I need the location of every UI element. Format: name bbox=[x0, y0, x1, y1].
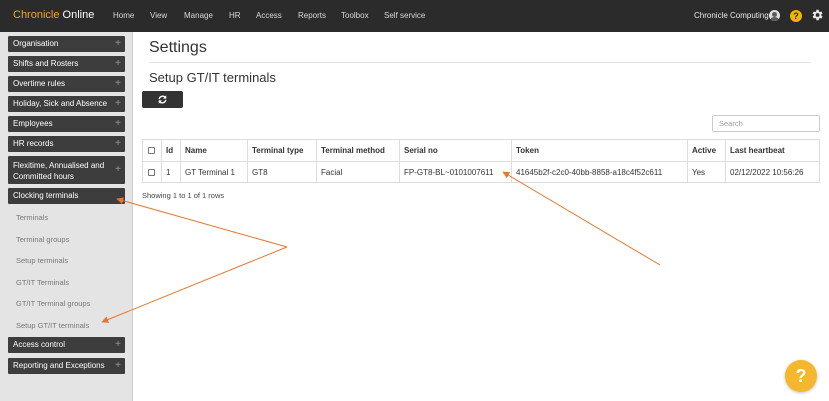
column-header-name[interactable]: Name bbox=[180, 139, 248, 162]
cell-serial-no: FP-GT8-BL~0101007611 bbox=[399, 161, 512, 183]
sidebar-item-label: Clocking terminals bbox=[13, 191, 79, 200]
page-subtitle: Setup GT/IT terminals bbox=[149, 70, 276, 85]
user-avatar-icon[interactable] bbox=[769, 10, 780, 21]
column-header-token[interactable]: Token bbox=[511, 139, 688, 162]
sidebar-item-label: Holiday, Sick and Absence bbox=[13, 99, 108, 108]
app-logo[interactable]: Chronicle Online bbox=[13, 9, 94, 21]
sidebar-item-clocking-terminals[interactable]: Clocking terminals bbox=[8, 188, 125, 204]
sidebar-item-shifts-and-rosters[interactable]: Shifts and Rosters + bbox=[8, 56, 125, 72]
gear-icon[interactable] bbox=[810, 8, 824, 22]
brand-text-secondary: Online bbox=[59, 9, 95, 21]
cell-terminal-type: GT8 bbox=[247, 161, 317, 183]
nav-access[interactable]: Access bbox=[256, 11, 282, 20]
expand-plus-icon[interactable]: + bbox=[115, 361, 121, 371]
cell-id: 1 bbox=[161, 161, 181, 183]
sidebar-item-organisation[interactable]: Organisation + bbox=[8, 36, 125, 52]
expand-plus-icon[interactable]: + bbox=[115, 119, 121, 129]
column-header-terminal-method[interactable]: Terminal method bbox=[316, 139, 400, 162]
top-nav-bar: Chronicle Online Home View Manage HR Acc… bbox=[0, 0, 829, 32]
cell-name: GT Terminal 1 bbox=[180, 161, 248, 183]
help-button[interactable]: ? bbox=[785, 360, 817, 392]
sidebar: Organisation + Shifts and Rosters + Overti… bbox=[0, 32, 133, 401]
nav-home[interactable]: Home bbox=[113, 11, 134, 20]
column-header-id[interactable]: Id bbox=[161, 139, 181, 162]
nav-self-service[interactable]: Self service bbox=[384, 11, 425, 20]
expand-plus-icon[interactable]: + bbox=[115, 340, 121, 350]
nav-reports[interactable]: Reports bbox=[298, 11, 326, 20]
select-all-checkbox[interactable] bbox=[148, 147, 155, 155]
sidebar-item-label: Organisation bbox=[13, 39, 59, 48]
sidebar-item-label: HR records bbox=[13, 139, 54, 148]
brand-text-primary: Chronicle bbox=[13, 9, 60, 21]
column-header-last-heartbeat[interactable]: Last heartbeat bbox=[725, 139, 820, 162]
sidebar-subitem-gt-it-terminal-groups[interactable]: GT/IT Terminal groups bbox=[16, 299, 90, 308]
page-title: Settings bbox=[149, 39, 207, 56]
expand-plus-icon[interactable]: + bbox=[115, 99, 121, 109]
nav-view[interactable]: View bbox=[150, 11, 167, 20]
row-checkbox[interactable] bbox=[148, 168, 155, 176]
sidebar-subitem-setup-terminals[interactable]: Setup terminals bbox=[16, 256, 68, 265]
terminals-table: Id Name Terminal type Terminal method Se… bbox=[142, 139, 820, 183]
sidebar-item-flexitime[interactable]: Flexitime, Annualised and Committed hours… bbox=[8, 156, 125, 184]
cell-last-heartbeat: 02/12/2022 10:56:26 bbox=[725, 161, 820, 183]
sidebar-item-reporting-exceptions[interactable]: Reporting and Exceptions + bbox=[8, 358, 125, 374]
sidebar-item-label: Access control bbox=[13, 340, 66, 349]
sidebar-subitem-terminal-groups[interactable]: Terminal groups bbox=[16, 235, 69, 244]
column-header-terminal-type[interactable]: Terminal type bbox=[247, 139, 317, 162]
refresh-icon bbox=[158, 95, 167, 104]
sidebar-item-label: Shifts and Rosters bbox=[13, 59, 79, 68]
expand-plus-icon[interactable]: + bbox=[115, 165, 121, 175]
expand-plus-icon[interactable]: + bbox=[115, 139, 121, 149]
expand-plus-icon[interactable]: + bbox=[115, 59, 121, 69]
help-icon[interactable]: ? bbox=[790, 10, 802, 22]
arrow-to-clocking-terminals bbox=[116, 197, 288, 248]
row-select-cell bbox=[142, 161, 162, 183]
sidebar-item-label: Overtime rules bbox=[13, 79, 66, 88]
sidebar-item-label-line1: Flexitime, Annualised and bbox=[13, 161, 105, 170]
sidebar-item-holiday-sick-absence[interactable]: Holiday, Sick and Absence + bbox=[8, 96, 125, 112]
search-input[interactable] bbox=[712, 115, 820, 132]
refresh-button[interactable] bbox=[142, 91, 183, 108]
nav-hr[interactable]: HR bbox=[229, 11, 241, 20]
sidebar-subitem-gt-it-terminals[interactable]: GT/IT Terminals bbox=[16, 278, 69, 287]
sidebar-subitem-terminals[interactable]: Terminals bbox=[16, 213, 48, 222]
arrow-to-serial-no bbox=[502, 171, 661, 266]
table-header-row: Id Name Terminal type Terminal method Se… bbox=[142, 139, 820, 162]
sidebar-item-employees[interactable]: Employees + bbox=[8, 116, 125, 132]
nav-toolbox[interactable]: Toolbox bbox=[341, 11, 369, 20]
expand-plus-icon[interactable]: + bbox=[115, 39, 121, 49]
title-divider bbox=[149, 62, 811, 63]
cell-active: Yes bbox=[687, 161, 726, 183]
sidebar-item-hr-records[interactable]: HR records + bbox=[8, 136, 125, 152]
sidebar-item-label: Reporting and Exceptions bbox=[13, 361, 105, 370]
sidebar-item-label-line2: Committed hours bbox=[13, 172, 74, 181]
sidebar-subitem-setup-gt-it-terminals[interactable]: Setup GT/IT terminals bbox=[16, 321, 89, 330]
user-name[interactable]: Chronicle Computing bbox=[694, 11, 769, 20]
table-row[interactable]: 1 GT Terminal 1 GT8 Facial FP-GT8-BL~010… bbox=[142, 161, 820, 183]
column-header-serial-no[interactable]: Serial no bbox=[399, 139, 512, 162]
sidebar-item-label: Employees bbox=[13, 119, 53, 128]
pagination-info: Showing 1 to 1 of 1 rows bbox=[142, 191, 225, 200]
select-all-header bbox=[142, 139, 162, 162]
sidebar-item-access-control[interactable]: Access control + bbox=[8, 337, 125, 353]
sidebar-item-overtime-rules[interactable]: Overtime rules + bbox=[8, 76, 125, 92]
column-header-active[interactable]: Active bbox=[687, 139, 726, 162]
cell-token: 41645b2f-c2c0-40bb-8858-a18c4f52c611 bbox=[511, 161, 688, 183]
nav-manage[interactable]: Manage bbox=[184, 11, 213, 20]
expand-plus-icon[interactable]: + bbox=[115, 79, 121, 89]
cell-terminal-method: Facial bbox=[316, 161, 400, 183]
